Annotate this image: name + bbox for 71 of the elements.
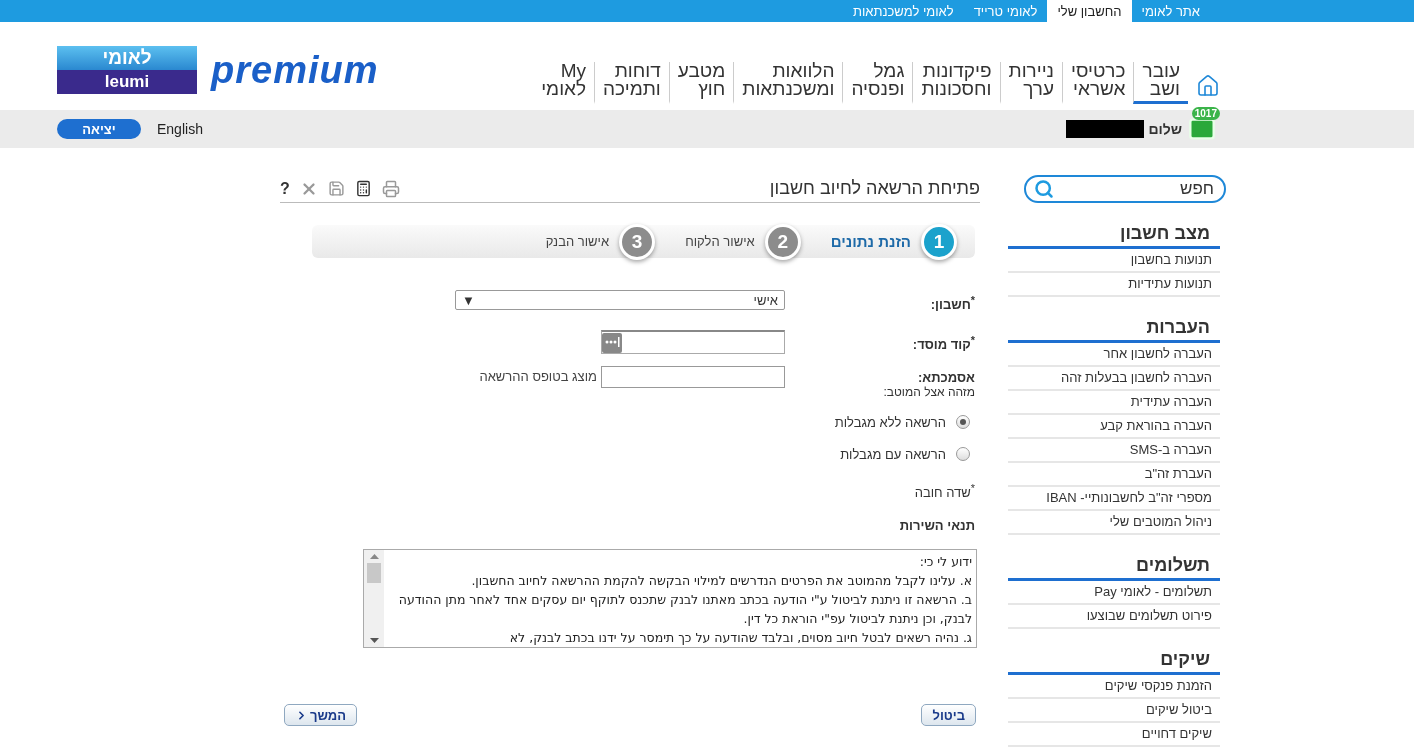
logo-tagline: premium [211,48,379,92]
search-input[interactable]: חפש [1058,178,1216,200]
field-label: אסמכתא: [917,370,975,385]
institution-code-field[interactable] [601,330,785,354]
message-count-badge: 1017 [1191,107,1220,120]
radio-button[interactable] [956,415,970,429]
scroll-thumb[interactable] [367,563,381,584]
field-label: $^{*}$חשבון: [929,294,975,313]
search-field[interactable]: חפש [1024,175,1226,203]
page-title: פתיחת הרשאה לחיוב חשבון [769,178,980,199]
nav-item[interactable]: דוחות ותמיכה [594,62,669,104]
step-label: אישור הבנק [545,234,610,249]
sidebar-link[interactable]: הזמנת פנקסי שיקים [1008,675,1220,699]
nav-item[interactable]: My לאומי [533,62,595,104]
radio-button[interactable] [956,447,970,461]
sidebar-link[interactable]: שיקים דחויים [1008,723,1220,747]
field-hint: מזהה אצל המוטב: [882,385,975,399]
cancel-button[interactable]: ביטול [921,704,976,727]
scroll-down-icon[interactable] [369,638,379,644]
sidebar-link[interactable]: ניהול המוטבים שלי [1008,511,1220,535]
radio-label: הרשאה ללא מגבלות [834,414,946,430]
terms-textarea[interactable]: ידוע לי כי: א. עלינו לקבל מהמוטב את הפרטים הנדרשים למילוי הבקשה להקמת ההרשאה לחיוב החשבון. ב. הרשאה זו ניתנת לביטול ע"י הודעה בכתב מאתנו לבנק שתכנס לתוקף יום עסקים אחד לאחר מתן ההודעה לבנק, וכן ניתנת לביטול עפ"י הוראת כל דין. ג. נהיה רשאים לבטל חיוב מסוים, ובלבד שהודעה על כך תימסר על ידנו בכתב לבנק, לא [363,549,977,649]
greeting: שלום [1148,121,1182,137]
sidebar-link[interactable]: תנועות עתידיות [1008,273,1220,297]
nav-item[interactable]: פיקדונות וחסכונות [912,62,1000,104]
logout-button[interactable]: יציאה [57,119,141,139]
nav-item[interactable]: ניירות ערך [999,62,1062,104]
nav-item[interactable]: מטבע חוץ [668,62,734,104]
nav-item[interactable]: עובר ושב [1133,62,1188,104]
sidebar-link[interactable]: תנועות בחשבון [1008,249,1220,273]
sidebar-link[interactable]: העברה בהוראת קבע [1008,415,1220,439]
scrollbar[interactable] [364,550,384,648]
sidebar-link[interactable]: תשלומים - לאומי Pay [1008,581,1220,605]
step-number: 2 [764,223,801,260]
site-tab[interactable]: החשבון שלי [1047,0,1132,22]
required-note: $^{*}$שדה חובה [913,482,975,501]
sidebar-link[interactable]: העברה לחשבון בבעלות זהה [1008,367,1220,391]
terms-title: תנאי השירות [898,518,975,534]
step-number: 1 [921,223,957,260]
step-label: אישור הלקוח [685,234,755,249]
field-label: $^{*}$קוד מוסד: [911,334,975,353]
calculator-icon[interactable] [354,180,372,197]
sidebar-link[interactable]: מספרי זה"ב לחשבונותיי- IBAN [1008,487,1220,511]
field-note: מוצג בטופס ההרשאה [479,368,597,384]
sidebar-section-title: מצב חשבון [1008,220,1220,249]
step-label: הזנת נתונים [830,233,911,250]
password-manager-icon[interactable] [602,333,622,353]
sidebar-section-title: העברות [1008,314,1220,343]
nav-item[interactable]: גמל ופנסיה [842,62,913,104]
sidebar-section-title: תשלומים [1008,552,1220,581]
sidebar-link[interactable]: העברה עתידית [1008,391,1220,415]
language-link[interactable]: English [157,121,203,137]
search-icon[interactable] [1034,179,1054,199]
help-icon[interactable]: ? [280,179,290,198]
home-icon[interactable] [1196,74,1220,98]
account-select[interactable]: אישי ▼ [455,290,785,310]
reference-field[interactable] [601,366,785,388]
nav-item[interactable]: כרטיסי אשראי [1062,62,1134,104]
sidebar-section-title: שיקים [1008,646,1220,675]
next-button[interactable]: המשך [284,704,358,727]
nav-item[interactable]: הלוואות ומשכנתאות [733,62,843,104]
sidebar-link[interactable]: ביטול שיקים [1008,699,1220,723]
scroll-up-icon[interactable] [369,554,379,560]
sidebar-link[interactable]: פירוט תשלומים שבוצעו [1008,605,1220,629]
sidebar-link[interactable]: העברת זה"ב [1008,463,1220,487]
save-icon[interactable] [327,180,345,197]
print-icon[interactable] [381,179,400,198]
step-number: 3 [619,223,656,260]
radio-label: הרשאה עם מגבלות [840,446,946,462]
sidebar-link[interactable]: העברה ב-SMS [1008,439,1220,463]
sidebar-link[interactable]: העברה לחשבון אחר [1008,343,1220,367]
